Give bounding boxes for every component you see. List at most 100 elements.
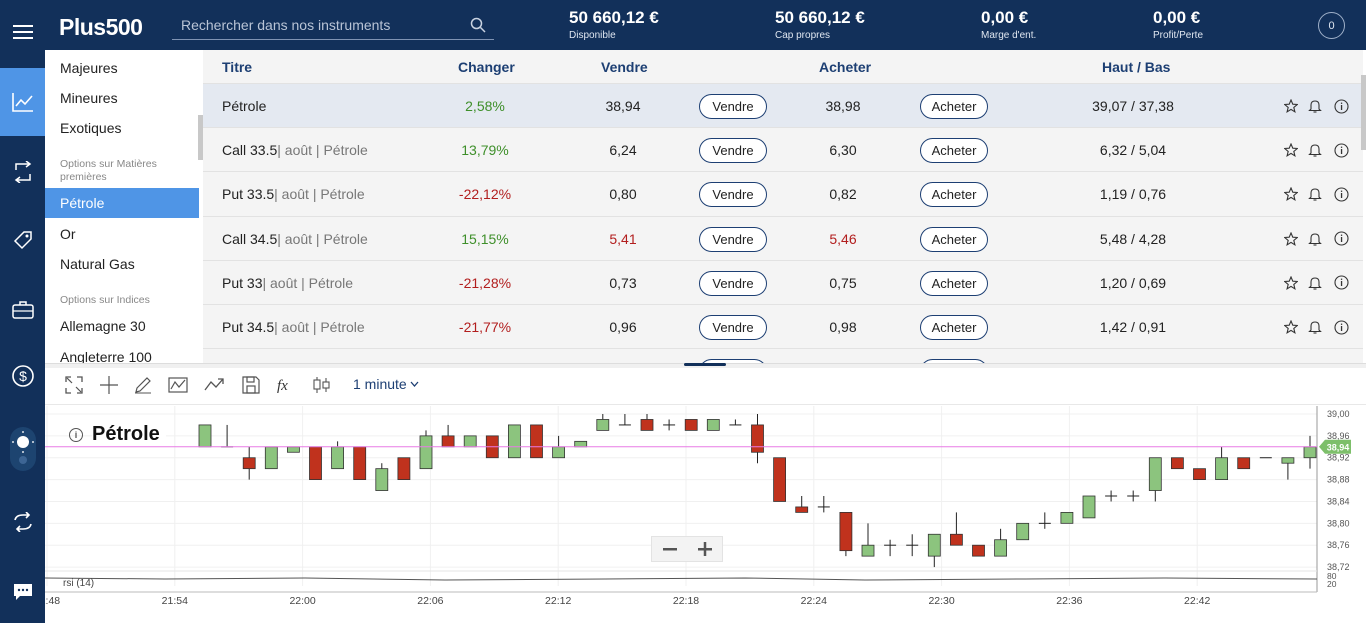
candle-body xyxy=(640,419,654,431)
buy-button[interactable]: Acheter xyxy=(920,226,988,252)
bell-icon[interactable] xyxy=(1307,231,1323,247)
rsi-tick-20: 20 xyxy=(1327,579,1337,589)
info-icon[interactable] xyxy=(1333,98,1349,114)
sidebar-item-theme[interactable] xyxy=(0,424,45,474)
bell-icon[interactable] xyxy=(1307,186,1323,202)
zoom-out-button[interactable] xyxy=(652,537,687,561)
sidebar-item-positions[interactable] xyxy=(0,152,45,192)
col-header-acheter[interactable]: Acheter xyxy=(819,50,871,83)
table-row[interactable]: Put 33.5 | août | Pétrole -22,12% 0,80 Vend… xyxy=(203,171,1363,215)
table-row[interactable]: Put 34.5 | août | Pétrole -21,77% 0,96 Vend… xyxy=(203,304,1363,348)
bell-icon[interactable] xyxy=(1307,319,1323,335)
instrument-subtitle: | août | Pétrole xyxy=(274,319,365,335)
zoom-in-button[interactable] xyxy=(687,537,722,561)
bell-icon[interactable] xyxy=(1307,98,1323,114)
star-icon[interactable] xyxy=(1283,142,1299,158)
buy-button[interactable]: Acheter xyxy=(920,182,988,208)
nav-item-allemagne-30[interactable]: Allemagne 30 xyxy=(45,311,199,341)
search-icon[interactable] xyxy=(470,17,486,33)
x-tick-label: 22:00 xyxy=(289,595,315,607)
sell-button[interactable]: Vendre xyxy=(699,315,767,340)
change-value: 2,58% xyxy=(465,98,505,114)
y-tick-label: 38,80 xyxy=(1327,518,1350,528)
pencil-icon[interactable] xyxy=(132,374,154,396)
nav-item-exotiques[interactable]: Exotiques xyxy=(45,113,199,143)
col-header-titre[interactable]: Titre xyxy=(222,50,252,83)
candle-body xyxy=(994,539,1007,557)
col-header-haut-bas[interactable]: Haut / Bas xyxy=(1102,50,1170,83)
info-icon[interactable] xyxy=(1333,186,1349,202)
star-icon[interactable] xyxy=(1283,98,1299,114)
chart-svg[interactable]: 39,0038,9638,9238,8838,8438,8038,7638,72… xyxy=(34,406,1366,623)
x-tick-label: 22:30 xyxy=(928,595,954,607)
sidebar-item-orders[interactable] xyxy=(0,220,45,260)
sell-price: 5,41 xyxy=(609,230,637,247)
info-icon[interactable] xyxy=(1333,319,1349,335)
info-icon[interactable] xyxy=(1333,231,1349,247)
buy-button[interactable]: Acheter xyxy=(920,94,988,119)
table-row[interactable]: Call 34.5 | août | Pétrole 15,15% 5,41 Vend… xyxy=(203,215,1363,260)
sun-icon xyxy=(9,427,36,471)
menu-icon[interactable] xyxy=(0,14,45,50)
star-icon[interactable] xyxy=(1283,186,1299,202)
col-header-vendre[interactable]: Vendre xyxy=(601,50,648,83)
price-chart[interactable]: 39,00 38,96 38,92 38,88 38,84 38,80 38,76 38,72… xyxy=(34,406,1366,623)
sidebar-item-chat[interactable] xyxy=(0,572,45,612)
table-row[interactable]: Put 33 | août | Pétrole -21,28% 0,73 Vendre… xyxy=(203,259,1363,304)
high-low-value: 6,32 / 5,04 xyxy=(1099,142,1167,159)
candle-body xyxy=(552,446,566,459)
stat-equity-value: 50 660,12 € xyxy=(775,8,865,27)
sell-button[interactable]: Vendre xyxy=(699,182,767,208)
sidebar-item-portfolio[interactable] xyxy=(0,290,45,330)
nav-item-mineures[interactable]: Mineures xyxy=(45,83,199,113)
table-row[interactable]: Call 33.5 | août | Pétrole 13,79% 6,24 Vend… xyxy=(203,127,1363,171)
crosshair-icon[interactable] xyxy=(98,374,120,396)
nav-item-majeures[interactable]: Majeures xyxy=(45,53,199,83)
function-icon[interactable]: fx xyxy=(275,374,297,396)
star-icon[interactable] xyxy=(1283,231,1299,247)
bell-icon[interactable] xyxy=(1307,142,1323,158)
save-icon[interactable] xyxy=(240,374,262,396)
star-icon[interactable] xyxy=(1283,319,1299,335)
nav-item-or[interactable]: Or xyxy=(45,219,199,249)
star-icon[interactable] xyxy=(1283,275,1299,291)
change-value: -21,28% xyxy=(458,274,512,291)
trend-icon[interactable] xyxy=(203,374,225,396)
buy-button[interactable]: Acheter xyxy=(920,315,988,340)
sell-price: 0,80 xyxy=(609,186,637,203)
sidebar-item-trade[interactable] xyxy=(0,68,45,136)
bell-icon[interactable] xyxy=(1307,275,1323,291)
nav-item-angleterre-100[interactable]: Angleterre 100 xyxy=(45,342,199,363)
instrument-subtitle: | août | Pétrole xyxy=(274,186,365,203)
nav-item-natural-gas[interactable]: Natural Gas xyxy=(45,249,199,279)
table-row[interactable]: Pétrole 2,58% 38,94 Vendre 38,98 Acheter 39,07… xyxy=(203,83,1363,127)
sell-button[interactable]: Vendre xyxy=(699,226,767,252)
stat-profit-value: 0,00 € xyxy=(1153,8,1201,27)
info-icon[interactable] xyxy=(1333,275,1349,291)
resize-handle[interactable] xyxy=(684,363,726,366)
nav-item-petrole[interactable]: Pétrole xyxy=(45,188,199,218)
buy-button[interactable]: Acheter xyxy=(920,138,988,164)
high-low-value: 5,48 / 4,28 xyxy=(1099,230,1167,247)
candle-type-icon[interactable] xyxy=(311,374,333,396)
sell-button[interactable]: Vendre xyxy=(699,270,767,296)
table-scrollbar[interactable] xyxy=(1361,75,1366,150)
fullscreen-icon[interactable] xyxy=(63,374,85,396)
indicator-icon[interactable] xyxy=(167,374,189,396)
sell-button[interactable]: Vendre xyxy=(699,138,767,164)
buy-button[interactable]: Acheter xyxy=(920,270,988,296)
sidebar-item-switch[interactable] xyxy=(0,502,45,542)
avatar[interactable]: 0 xyxy=(1318,12,1345,39)
info-icon[interactable]: i xyxy=(69,428,83,442)
table-row[interactable]: VendreAcheter xyxy=(203,348,1363,363)
sell-price: 38,94 xyxy=(605,98,641,114)
instrument-title: Call 33.5 xyxy=(222,142,278,159)
sell-button[interactable]: Vendre xyxy=(699,94,767,119)
chart-line-icon xyxy=(11,93,33,112)
x-tick-label: 22:12 xyxy=(545,595,571,607)
interval-select[interactable]: 1 minute xyxy=(353,376,419,392)
col-header-changer[interactable]: Changer xyxy=(458,50,515,83)
search-input[interactable]: Rechercher dans nos instruments xyxy=(172,10,494,40)
info-icon[interactable] xyxy=(1333,142,1349,158)
sidebar-item-funds[interactable]: $ xyxy=(0,356,45,396)
